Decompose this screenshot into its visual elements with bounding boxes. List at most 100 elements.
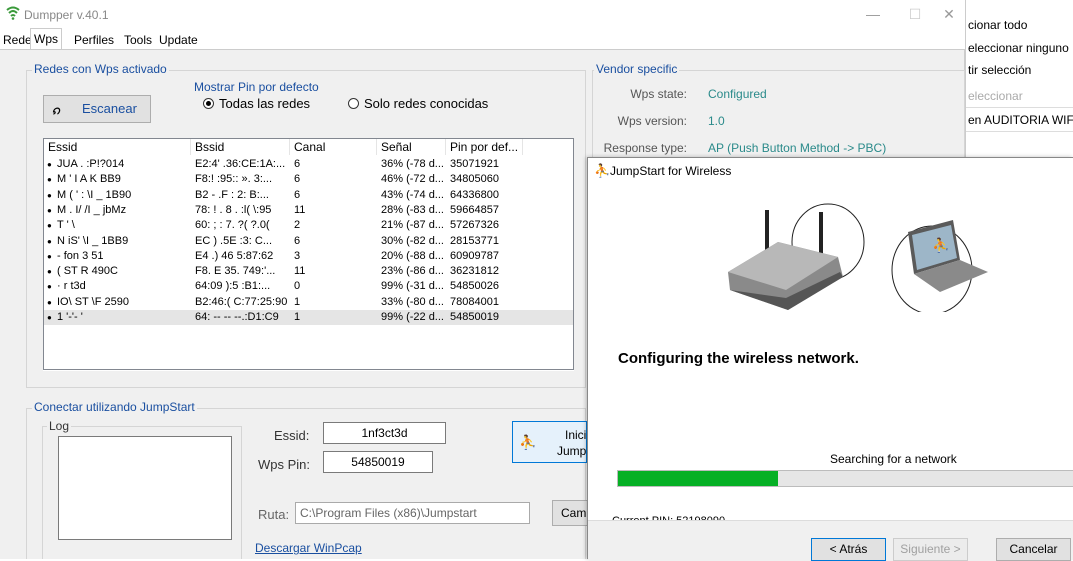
log-textarea[interactable]: [58, 436, 232, 540]
cell-canal: 6: [294, 234, 301, 247]
cell-canal: 1: [294, 295, 301, 308]
cell-essid: T ' \: [57, 219, 75, 232]
cell-canal: 11: [294, 203, 306, 216]
maximize-button[interactable]: ☐: [902, 4, 928, 24]
networks-table[interactable]: Essid Bssid Canal Señal Pin por def... ●…: [43, 138, 574, 370]
cell-essid: N iS' \I _ 1BB9: [57, 234, 129, 247]
cell-senal: 36% (-78 d...: [381, 158, 444, 170]
pin-group-title: Mostrar Pin por defecto: [192, 80, 321, 94]
back-button[interactable]: < Atrás: [811, 538, 886, 561]
table-row[interactable]: ● M . I/ /I _ jbMz 78: ! . 8 . :l( \:95 11 2…: [44, 203, 573, 218]
download-winpcap-link[interactable]: Descargar WinPcap: [255, 541, 362, 555]
cell-bssid: B2 - .F : 2: B:...: [195, 188, 269, 201]
cell-pin: 35071921: [450, 158, 499, 170]
close-button[interactable]: ✕: [936, 4, 962, 24]
start-button-line1: Inici: [565, 428, 587, 442]
router-icon: [728, 203, 865, 310]
col-pin[interactable]: Pin por def...: [446, 139, 523, 155]
radio-known-networks[interactable]: [348, 98, 359, 109]
lock-icon: ●: [47, 313, 52, 322]
table-row[interactable]: ● M ' I A K BB9 F8:! :95:: ». 3:... 6 46% (-…: [44, 172, 573, 187]
ruta-label: Ruta:: [258, 507, 290, 522]
radio-all-networks[interactable]: [203, 98, 214, 109]
progress-bar: [617, 470, 1073, 487]
table-row[interactable]: ● 1 '-'- ' 64: -- -- --.:D1:C9 1 99% (-22 d.…: [44, 310, 573, 325]
tab-wps[interactable]: Wps: [30, 28, 62, 50]
col-canal[interactable]: Canal: [290, 139, 377, 155]
progress-fill: [618, 471, 779, 486]
col-bssid[interactable]: Bssid: [191, 139, 290, 155]
cell-canal: 6: [294, 158, 301, 170]
cell-essid: ( ST R 490C: [57, 265, 118, 278]
cell-senal: 99% (-22 d...: [381, 311, 444, 323]
scan-icon: ၵ: [52, 101, 60, 117]
wps-pin-label: Wps Pin:: [258, 457, 311, 472]
tab-update[interactable]: Update: [156, 30, 201, 50]
change-path-button[interactable]: Cam: [552, 500, 592, 526]
cell-bssid: EC ) .5E :3: C...: [195, 234, 273, 247]
scan-button[interactable]: ၵ Escanear: [43, 95, 151, 123]
table-row[interactable]: ● · r t3d 64:09 ):5 :B1:... 0 99% (-31 d...…: [44, 279, 573, 294]
cell-canal: 11: [294, 265, 306, 278]
cell-essid: 1 '-'- ': [57, 311, 83, 323]
cell-bssid: E4 .) 46 5:87:62: [195, 249, 274, 262]
cell-pin: 36231812: [450, 265, 499, 278]
response-type-label: Response type:: [603, 141, 687, 155]
lock-icon: ●: [47, 251, 52, 261]
col-essid[interactable]: Essid: [44, 139, 191, 155]
wps-state-value: Configured: [708, 87, 767, 101]
tab-perfiles[interactable]: Perfiles: [71, 30, 117, 50]
table-row[interactable]: ● T ' \ 60: ; : 7. ?( ?.0(2 21% (-87 d... 57…: [44, 218, 573, 233]
cell-essid: M ( ' : \I _ 1B90: [57, 188, 132, 201]
vendor-group-title: Vendor specific: [594, 62, 680, 76]
wifi-logo-icon: [6, 6, 20, 23]
cell-bssid: B2:46:( C:77:25:90: [195, 295, 288, 308]
lock-icon: ●: [47, 221, 52, 231]
cell-essid: · r t3d: [57, 280, 86, 293]
scan-button-label: Escanear: [82, 101, 137, 116]
title-bar: Dumpper v.40.1 — ☐ ✕: [0, 0, 965, 30]
cell-pin: 60909787: [450, 249, 499, 262]
dialog-title-bar: ⛹ JumpStart for Wireless: [588, 158, 1073, 184]
col-senal[interactable]: Señal: [377, 139, 446, 155]
ctx-invert-selection[interactable]: tir selección: [968, 63, 1031, 77]
cell-senal: 30% (-82 d...: [381, 234, 444, 247]
start-jumpstart-button[interactable]: ⛹ Inici Jump: [512, 421, 587, 463]
cell-senal: 21% (-87 d...: [381, 219, 444, 232]
tab-tools[interactable]: Tools: [121, 30, 155, 50]
wps-state-label: Wps state:: [630, 87, 687, 101]
cell-canal: 3: [294, 249, 301, 262]
cell-senal: 20% (-88 d...: [381, 249, 444, 262]
cell-essid: M . I/ /I _ jbMz: [57, 203, 127, 216]
cell-pin: 78084001: [450, 295, 499, 308]
lock-icon: ●: [47, 282, 52, 292]
cell-pin: 54850019: [450, 311, 499, 323]
log-group-title: Log: [47, 419, 72, 433]
wps-version-value: 1.0: [708, 114, 725, 128]
cancel-button[interactable]: Cancelar: [996, 538, 1071, 561]
ctx-select-all[interactable]: cionar todo: [968, 18, 1027, 32]
ruta-field[interactable]: C:\Program Files (x86)\Jumpstart: [295, 502, 530, 524]
dialog-footer: < Atrás Siguiente > Cancelar: [588, 520, 1073, 561]
cell-essid: JUA . :P!?014: [57, 158, 125, 170]
table-row[interactable]: ● M ( ' : \I _ 1B90 B2 - .F : 2: B:... 6 43%…: [44, 188, 573, 203]
ctx-select-none[interactable]: eleccionar ninguno: [968, 41, 1069, 55]
table-row[interactable]: ● IO\ ST \F 2590 B2:46:( C:77:25:90 1 33% (…: [44, 295, 573, 310]
table-row[interactable]: ● - fon 3 51 E4 .) 46 5:87:62 3 20% (-88 d.…: [44, 249, 573, 264]
wps-version-label: Wps version:: [617, 114, 687, 128]
wps-pin-field[interactable]: 54850019: [323, 451, 433, 473]
cell-pin: 28153771: [450, 234, 499, 247]
table-row[interactable]: ● ( ST R 490C F8. E 35. 749:'... 11 23% (-8…: [44, 264, 573, 279]
essid-field[interactable]: 1nf3ct3d: [323, 422, 446, 444]
response-type-value: AP (Push Button Method -> PBC): [708, 141, 887, 155]
table-row[interactable]: ● N iS' \I _ 1BB9 EC ) .5E :3: C... 6 30% (-…: [44, 234, 573, 249]
lock-icon: ●: [47, 175, 52, 185]
cell-bssid: F8. E 35. 749:'...: [195, 265, 276, 278]
cell-canal: 6: [294, 188, 301, 201]
table-row[interactable]: ● JUA . :P!?014 E2:4' .36:CE:1A:... 6 36% (-…: [44, 157, 573, 172]
cell-senal: 28% (-83 d...: [381, 203, 444, 216]
window-title: Dumpper v.40.1: [24, 8, 109, 22]
minimize-button[interactable]: —: [860, 4, 886, 24]
cell-pin: 57267326: [450, 219, 499, 232]
ctx-auditoria-wifi[interactable]: en AUDITORIA WIFI: [968, 113, 1073, 127]
